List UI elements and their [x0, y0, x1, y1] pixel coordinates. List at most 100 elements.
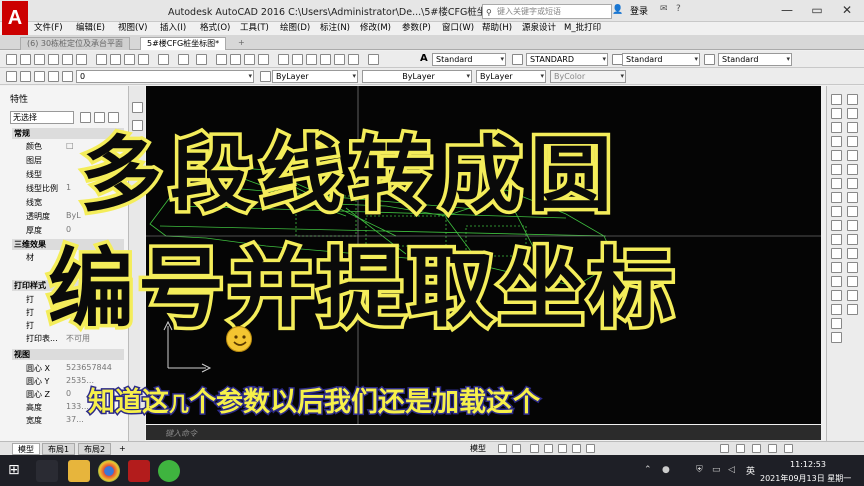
zoom-window-icon[interactable]: [244, 54, 255, 65]
clock-date[interactable]: 2021年09月13日 星期一: [760, 473, 851, 484]
menu-dimension[interactable]: 标注(N): [320, 22, 350, 35]
erase-icon[interactable]: [847, 94, 858, 105]
block-editor-icon[interactable]: [158, 54, 169, 65]
offset-icon[interactable]: [847, 136, 858, 147]
scale-icon[interactable]: [847, 192, 858, 203]
publish-icon[interactable]: [76, 54, 87, 65]
menu-yuanquan[interactable]: 源泉设计: [522, 22, 556, 35]
multileader-style-icon[interactable]: [704, 54, 715, 65]
close-button[interactable]: ✕: [832, 0, 862, 20]
break-icon[interactable]: [847, 248, 858, 259]
section-view[interactable]: 视图: [12, 349, 124, 360]
wechat-icon[interactable]: [158, 460, 180, 482]
tab-model[interactable]: 模型: [12, 443, 40, 455]
layer-select[interactable]: 0 ▾: [76, 70, 254, 83]
print-icon[interactable]: [48, 54, 59, 65]
maximize-button[interactable]: ▭: [802, 0, 832, 20]
polyline-icon[interactable]: [831, 122, 842, 133]
plot-style-select[interactable]: ByColor ▾: [550, 70, 626, 83]
minimize-button[interactable]: —: [772, 0, 802, 20]
search-input[interactable]: ⚲ 键入关键字或短语: [482, 4, 612, 19]
menu-view[interactable]: 视图(V): [118, 22, 147, 35]
polar-icon[interactable]: [544, 444, 553, 453]
osnap-icon[interactable]: [558, 444, 567, 453]
markup-icon[interactable]: [334, 54, 345, 65]
line-icon[interactable]: [831, 94, 842, 105]
tab-layout1[interactable]: 布局1: [42, 443, 76, 455]
open-icon[interactable]: [20, 54, 31, 65]
rotate-icon[interactable]: [847, 178, 858, 189]
search-taskbar-icon[interactable]: [36, 460, 58, 482]
isolate-icon[interactable]: [752, 444, 761, 453]
preview-icon[interactable]: [62, 54, 73, 65]
layer-state-icon[interactable]: [20, 71, 31, 82]
file-explorer-icon[interactable]: [68, 460, 90, 482]
join-icon[interactable]: [847, 262, 858, 273]
network-icon[interactable]: ▭: [712, 465, 721, 475]
lineweight-select[interactable]: ByLayer ▾: [476, 70, 546, 83]
dim-style-select[interactable]: STANDARD ▾: [526, 53, 608, 66]
layer-properties-icon[interactable]: [6, 71, 17, 82]
menu-format[interactable]: 格式(O): [200, 22, 230, 35]
prop-value[interactable]: □: [66, 141, 74, 150]
make-current-icon[interactable]: [260, 71, 271, 82]
tray-app-icon[interactable]: ●: [662, 465, 670, 475]
menu-modify[interactable]: 修改(M): [360, 22, 391, 35]
design-center-icon[interactable]: [292, 54, 303, 65]
otrack-icon[interactable]: [572, 444, 581, 453]
polygon-icon[interactable]: [831, 136, 842, 147]
menu-help[interactable]: 帮助(H): [482, 22, 512, 35]
paste-icon[interactable]: [124, 54, 135, 65]
ellipse-icon[interactable]: [831, 220, 842, 231]
tab-layout2[interactable]: 布局2: [78, 443, 112, 455]
autocad-taskbar-icon[interactable]: [128, 460, 150, 482]
help-toolbar-icon[interactable]: [368, 54, 379, 65]
mtext-icon[interactable]: [831, 332, 842, 343]
spline-icon[interactable]: [831, 206, 842, 217]
tool-palettes-icon[interactable]: [306, 54, 317, 65]
stretch-icon[interactable]: [847, 206, 858, 217]
match-properties-icon[interactable]: [138, 54, 149, 65]
table-style-select[interactable]: Standard ▾: [622, 53, 700, 66]
mirror-icon[interactable]: [847, 122, 858, 133]
copy-icon[interactable]: [110, 54, 121, 65]
volume-icon[interactable]: ◁: [728, 465, 735, 475]
customize-icon[interactable]: [784, 444, 793, 453]
zoom-realtime-icon[interactable]: [230, 54, 241, 65]
menu-batch-plot[interactable]: M_批打印: [564, 22, 601, 35]
cut-icon[interactable]: [96, 54, 107, 65]
menu-window[interactable]: 窗口(W): [442, 22, 474, 35]
point-icon[interactable]: [831, 262, 842, 273]
command-input[interactable]: 键入命令: [165, 428, 197, 439]
color-select[interactable]: ByLayer ▾: [272, 70, 358, 83]
menu-file[interactable]: 文件(F): [34, 22, 63, 35]
chamfer-icon[interactable]: [847, 276, 858, 287]
hatch-icon[interactable]: [831, 276, 842, 287]
menu-tools[interactable]: 工具(T): [240, 22, 269, 35]
extend-icon[interactable]: [847, 234, 858, 245]
menu-draw[interactable]: 绘图(D): [280, 22, 310, 35]
insert-block-icon[interactable]: [831, 234, 842, 245]
make-block-icon[interactable]: [831, 248, 842, 259]
gradient-icon[interactable]: [831, 290, 842, 301]
pan-icon[interactable]: [216, 54, 227, 65]
clock-time[interactable]: 11:12:53: [790, 460, 826, 469]
login-button[interactable]: 登录: [630, 4, 648, 17]
tab-document-2[interactable]: 5#楼CFG桩坐标图*: [140, 37, 227, 50]
user-icon[interactable]: 👤: [612, 5, 623, 15]
construction-line-icon[interactable]: [831, 108, 842, 119]
layer-color-icon[interactable]: [62, 71, 73, 82]
table-icon[interactable]: [831, 318, 842, 329]
text-style-select[interactable]: Standard ▾: [432, 53, 506, 66]
arc-icon[interactable]: [831, 164, 842, 175]
menu-edit[interactable]: 编辑(E): [76, 22, 105, 35]
autocad-logo-icon[interactable]: A: [2, 1, 28, 37]
menu-parametric[interactable]: 参数(P): [402, 22, 431, 35]
undo-icon[interactable]: [178, 54, 189, 65]
security-icon[interactable]: ⛨: [696, 465, 703, 475]
multileader-style-select[interactable]: Standard ▾: [718, 53, 792, 66]
menu-insert[interactable]: 插入(I): [160, 22, 186, 35]
layer-freeze-icon[interactable]: [34, 71, 45, 82]
windows-start-icon[interactable]: ⊞: [8, 462, 20, 478]
properties-icon[interactable]: [278, 54, 289, 65]
